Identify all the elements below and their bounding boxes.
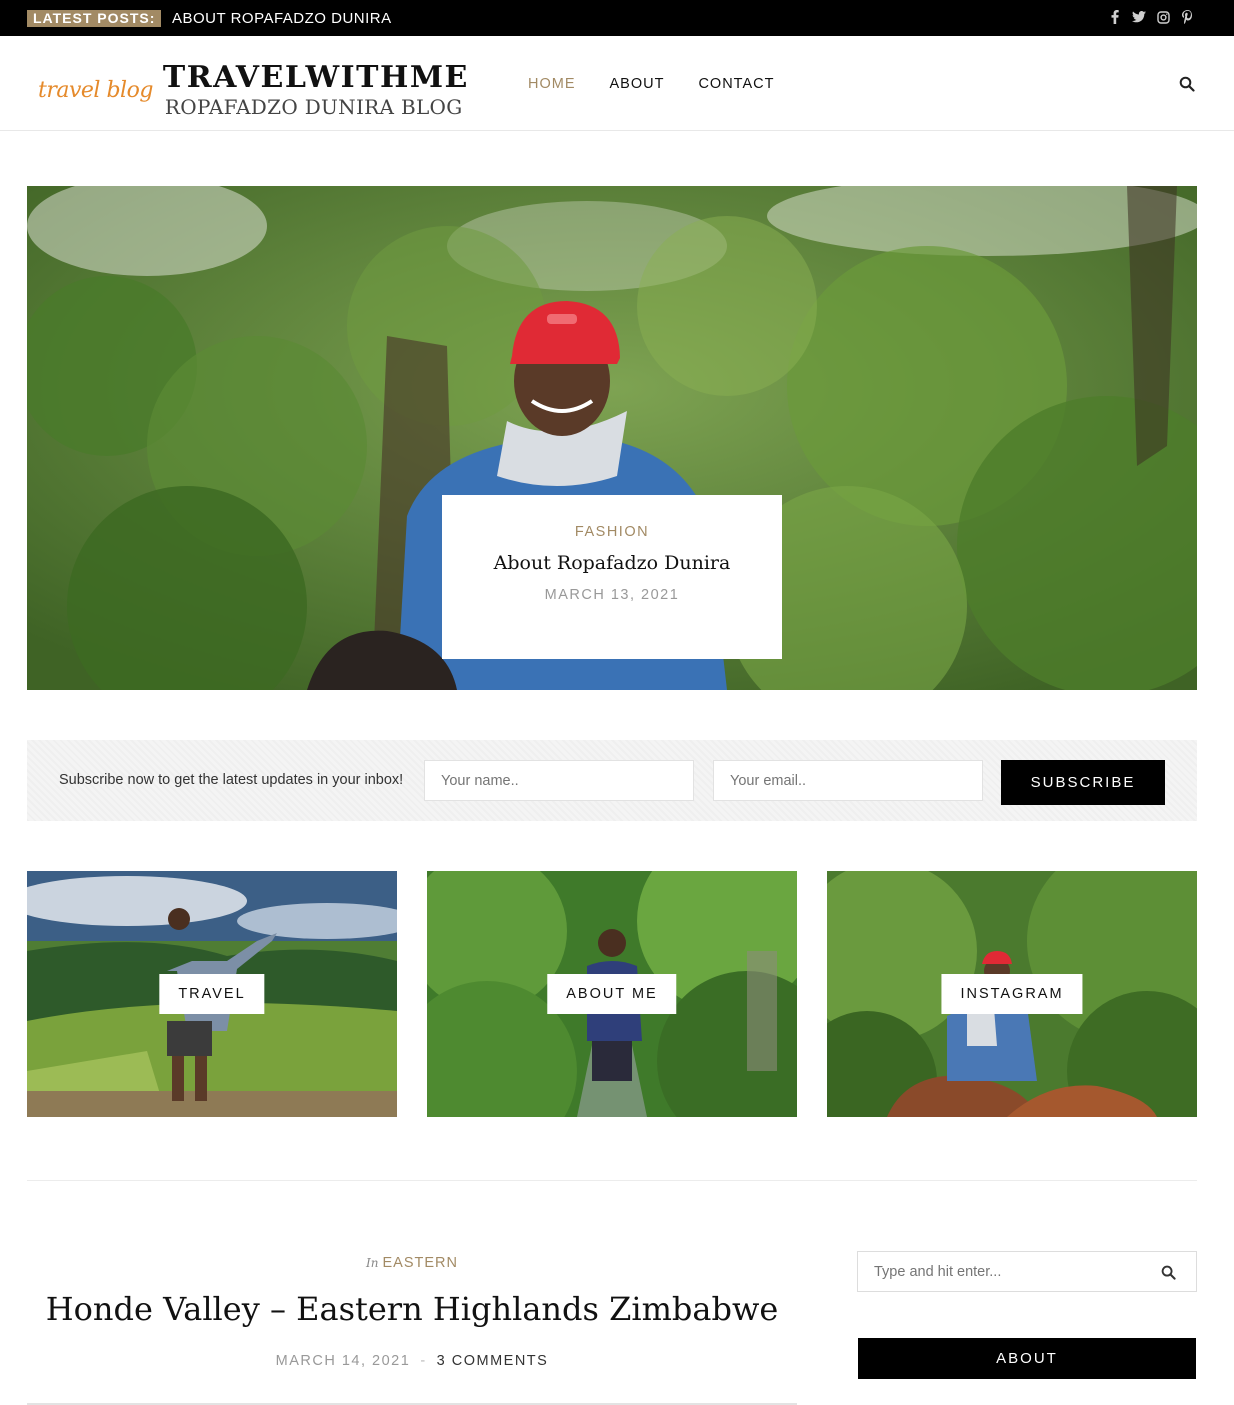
post-category: In EASTERN [27,1255,797,1271]
promo-label-travel[interactable]: TRAVEL [159,974,265,1014]
hero-category[interactable]: FASHION [442,524,782,540]
promo-label-instagram[interactable]: INSTAGRAM [941,974,1083,1014]
latest-posts-label: LATEST POSTS: [27,10,162,27]
sidebar-about-heading: ABOUT [858,1338,1196,1379]
twitter-icon[interactable] [1132,9,1146,25]
post-title[interactable]: Honde Valley – Eastern Highlands Zimbabw… [27,1290,797,1328]
subscribe-text: Subscribe now to get the latest updates … [59,772,404,788]
logo-subtitle: ROPAFADZO DUNIRA BLOG [164,95,463,119]
nav-home[interactable]: HOME [528,76,576,92]
hero-title[interactable]: About Ropafadzo Dunira [442,552,782,574]
subscribe-name-field[interactable] [424,760,694,801]
nav-about[interactable]: ABOUT [610,76,665,92]
subscribe-button[interactable]: SUBSCRIBE [1001,760,1165,805]
section-divider [27,1180,1197,1181]
search-icon[interactable] [1161,1265,1176,1280]
hero-date: MARCH 13, 2021 [544,587,680,603]
nav-contact[interactable]: CONTACT [698,76,774,92]
sidebar-search [857,1251,1197,1292]
main-nav: HOME ABOUT CONTACT [528,76,774,92]
promo-box-travel[interactable]: TRAVEL [27,871,397,1117]
subscribe-email-field[interactable] [713,760,983,801]
post-comments-link[interactable]: 3 COMMENTS [437,1353,549,1369]
top-bar: LATEST POSTS: ABOUT ROPAFADZO DUNIRA [0,0,1234,36]
post-date: MARCH 14, 2021 [275,1353,411,1369]
facebook-icon[interactable] [1108,9,1122,25]
pinterest-icon[interactable] [1180,9,1194,25]
site-logo[interactable]: travel blog TRAVELWITHME ROPAFADZO DUNIR… [38,60,469,118]
instagram-icon[interactable] [1156,9,1170,25]
post-meta-separator: - [420,1353,427,1369]
hero-card[interactable]: FASHION About Ropafadzo Dunira MARCH 13,… [442,495,782,659]
logo-title: TRAVELWITHME [162,60,469,95]
promo-box-instagram[interactable]: INSTAGRAM [827,871,1197,1117]
search-icon[interactable] [1179,76,1195,92]
social-links [1108,9,1194,25]
subscribe-box: Subscribe now to get the latest updates … [27,740,1197,821]
latest-post-link[interactable]: ABOUT ROPAFADZO DUNIRA [172,10,392,28]
post-category-link[interactable]: EASTERN [382,1255,458,1271]
hero-featured-post[interactable]: FASHION About Ropafadzo Dunira MARCH 13,… [27,186,1197,690]
promo-label-about-me[interactable]: ABOUT ME [547,974,677,1014]
promo-box-about-me[interactable]: ABOUT ME [427,871,797,1117]
sidebar-search-input[interactable] [858,1252,1148,1291]
post-meta: MARCH 14, 2021-3 COMMENTS [27,1353,797,1369]
logo-script: travel blog [38,78,153,103]
post-category-prefix: In [366,1256,379,1270]
site-header: travel blog TRAVELWITHME ROPAFADZO DUNIR… [0,36,1234,131]
